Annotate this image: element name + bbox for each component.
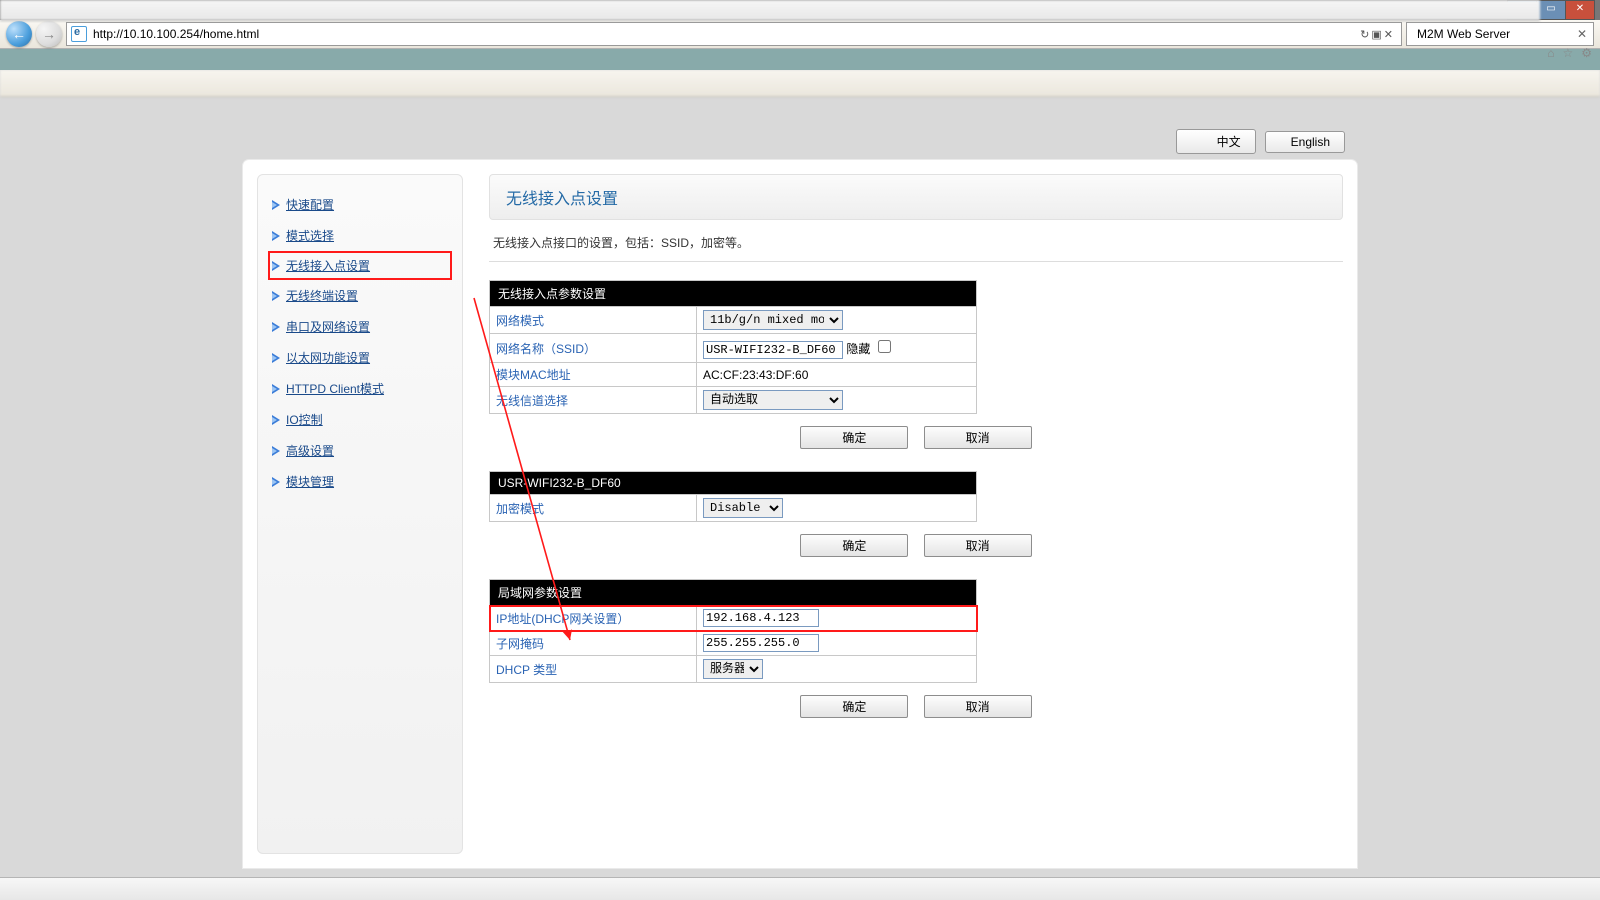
lan-ok-button[interactable]: 确定 [800,695,908,718]
lan-cancel-button[interactable]: 取消 [924,695,1032,718]
browser-tab[interactable]: M2M Web Server ✕ [1406,22,1594,46]
menubar-blurred [0,0,1540,21]
arrow-icon [272,384,280,394]
browser-statusbar [0,877,1600,900]
sec-cancel-button[interactable]: 取消 [924,534,1032,557]
encryption-label: 加密模式 [490,495,697,522]
sidebar-item-sta-settings[interactable]: 无线终端设置 [268,280,452,311]
mac-value: AC:CF:23:43:DF:60 [697,363,977,387]
sidebar-item-quick-config[interactable]: 快速配置 [268,189,452,220]
lan-table: 局域网参数设置 IP地址(DHCP网关设置） 子网掩码 DHCP 类型 服务器 [489,579,977,683]
tools-icon[interactable]: ⚙ [1581,46,1592,60]
ssid-input[interactable] [703,341,843,359]
lang-cn-button[interactable]: 中文 [1176,129,1256,154]
ap-cancel-button[interactable]: 取消 [924,426,1032,449]
ie-page-icon [71,26,87,42]
mask-label: 子网掩码 [490,631,697,656]
nav-back-button[interactable]: ← [6,21,32,47]
tab-title: M2M Web Server [1417,27,1510,41]
sec-ok-button[interactable]: 确定 [800,534,908,557]
lang-en-button[interactable]: English [1265,131,1345,153]
arrow-icon [272,291,280,301]
arrow-icon [272,261,280,271]
window-close-button[interactable]: ✕ [1565,0,1595,20]
arrow-icon [272,477,280,487]
ap-params-table: 无线接入点参数设置 网络模式 11b/g/n mixed mode 网络名称（S… [489,280,977,414]
favorites-bar-blurred [0,70,1600,97]
ap-ok-button[interactable]: 确定 [800,426,908,449]
lan-header: 局域网参数设置 [490,580,977,606]
ap-params-header: 无线接入点参数设置 [490,281,977,307]
url-input[interactable] [91,24,1356,44]
url-actions: ↻ ▣ ✕ [1356,28,1397,41]
window-maximize-button[interactable]: ▭ [1536,0,1566,20]
page-description: 无线接入点接口的设置，包括：SSID，加密等。 [493,234,1343,251]
arrow-icon [272,200,280,210]
nav-forward-button[interactable]: → [36,21,62,47]
arrow-icon [272,231,280,241]
hide-ssid-checkbox[interactable] [878,340,891,353]
page-title: 无线接入点设置 [506,185,1326,209]
address-bar[interactable]: ↻ ▣ ✕ [66,22,1402,46]
hide-ssid-label: 隐藏 [846,342,870,356]
mac-label: 模块MAC地址 [490,363,697,387]
dhcp-label: DHCP 类型 [490,656,697,683]
ip-input[interactable] [703,609,819,627]
page-title-box: 无线接入点设置 [489,174,1343,220]
ip-label: IP地址(DHCP网关设置） [490,606,697,631]
security-header: USR-WIFI232-B_DF60 [490,472,977,495]
home-icon[interactable]: ⌂ [1547,46,1554,60]
arrow-icon [272,446,280,456]
sidebar-item-serial-net[interactable]: 串口及网络设置 [268,311,452,342]
tab-close-icon[interactable]: ✕ [1577,27,1587,41]
arrow-icon [272,415,280,425]
channel-select[interactable]: 自动选取 [703,390,843,410]
compat-icon[interactable]: ▣ [1371,28,1381,41]
ssid-label: 网络名称（SSID） [490,334,697,363]
arrow-icon [272,322,280,332]
sidebar-item-io-control[interactable]: IO控制 [268,404,452,435]
sidebar-item-advanced[interactable]: 高级设置 [268,435,452,466]
sidebar-item-ethernet[interactable]: 以太网功能设置 [268,342,452,373]
sidebar-item-module-admin[interactable]: 模块管理 [268,466,452,497]
encryption-select[interactable]: Disable [703,498,783,518]
sidebar: 快速配置 模式选择 无线接入点设置 无线终端设置 串口及网络设置 以太网功能设置… [257,174,463,854]
sidebar-item-ap-settings[interactable]: 无线接入点设置 [268,251,452,280]
network-mode-select[interactable]: 11b/g/n mixed mode [703,310,843,330]
network-mode-label: 网络模式 [490,307,697,334]
refresh-icon[interactable]: ↻ [1360,28,1369,41]
favorites-icon[interactable]: ☆ [1562,46,1573,60]
channel-label: 无线信道选择 [490,387,697,414]
mask-input[interactable] [703,634,819,652]
sidebar-item-mode-select[interactable]: 模式选择 [268,220,452,251]
stop-icon[interactable]: ✕ [1384,28,1393,41]
arrow-icon [272,353,280,363]
sidebar-item-httpd-client[interactable]: HTTPD Client模式 [268,373,452,404]
security-table: USR-WIFI232-B_DF60 加密模式 Disable [489,471,977,522]
dhcp-select[interactable]: 服务器 [703,659,763,679]
